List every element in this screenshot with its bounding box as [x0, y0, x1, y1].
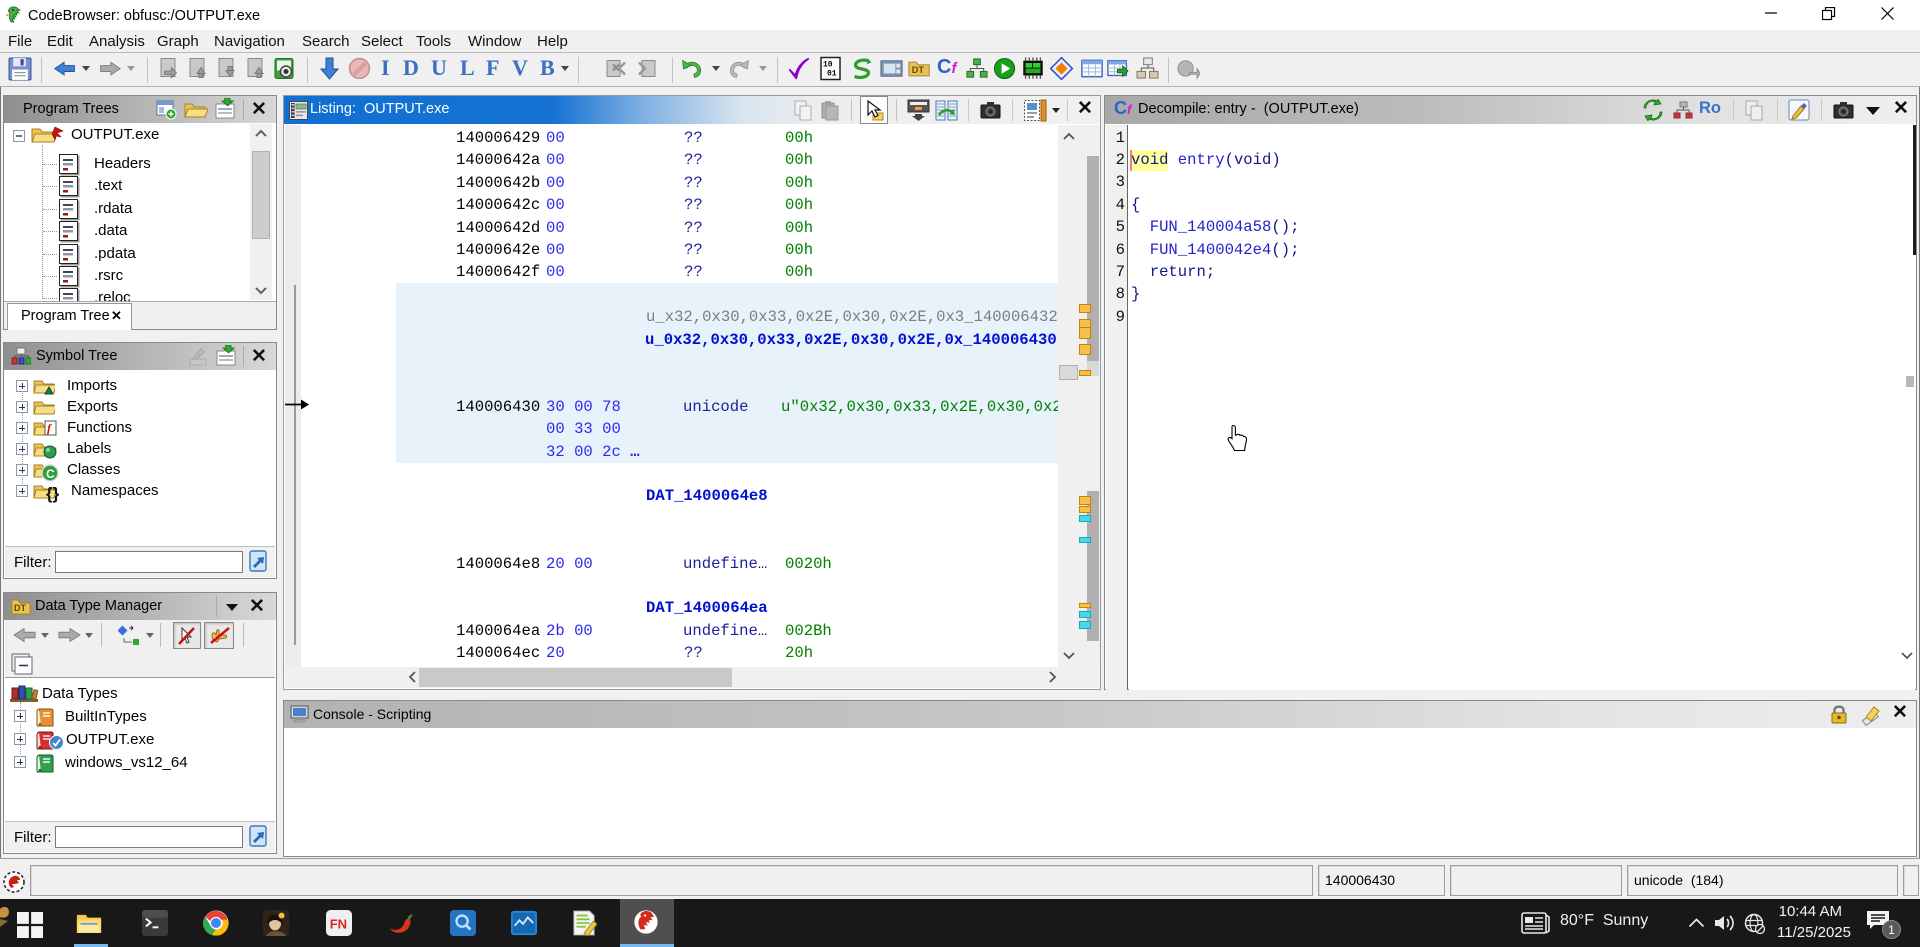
svg-text:01: 01 [827, 70, 837, 79]
svg-text:10: 10 [823, 61, 833, 70]
svg-text:C: C [46, 467, 55, 481]
svg-text:DT: DT [912, 65, 925, 75]
svg-text:FN: FN [330, 917, 347, 932]
svg-text:{}: {} [46, 484, 60, 503]
svg-text:DT: DT [14, 603, 26, 613]
